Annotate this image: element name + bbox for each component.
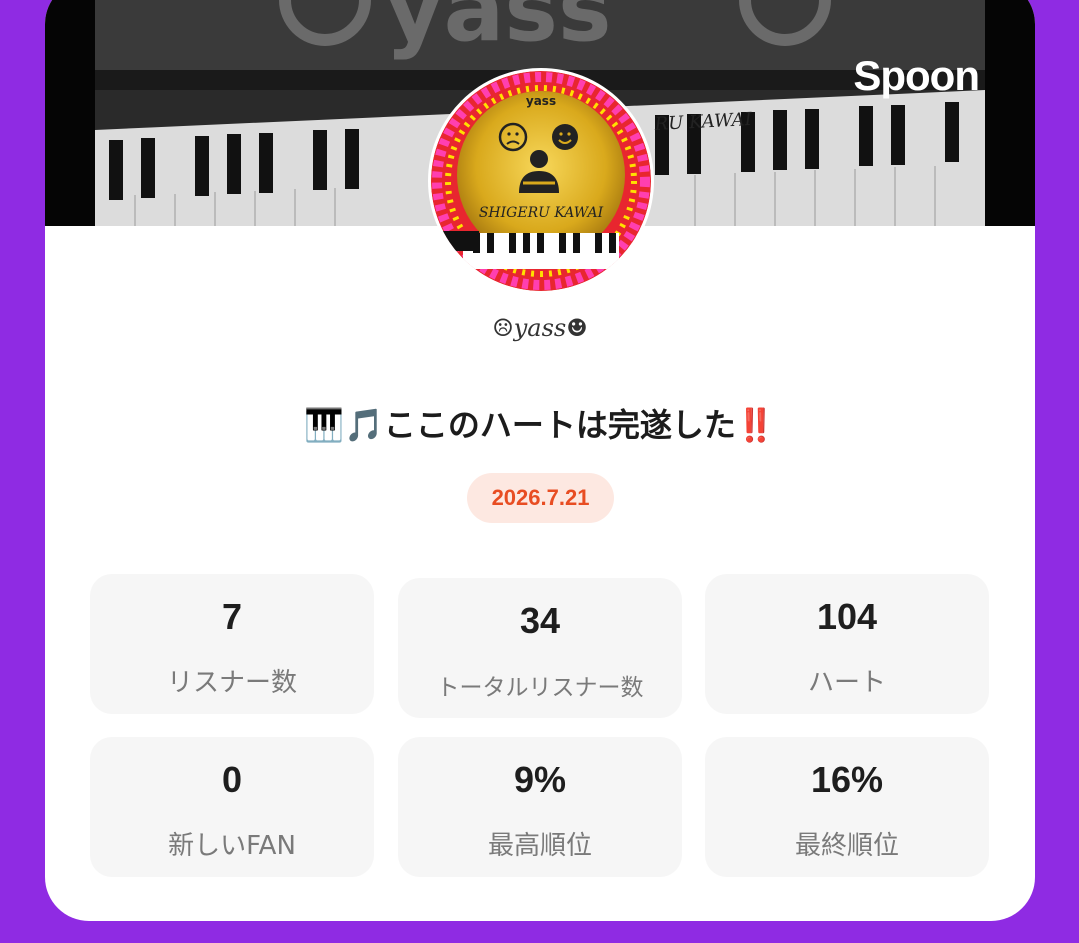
live-summary-card: yass RU KAWAI Spoon yass SHIGERU KAWAI ☹…	[45, 0, 1035, 921]
live-title: 🎹🎵ここのハートは完遂した‼️	[304, 406, 776, 444]
avatar-image: yass SHIGERU KAWAI	[431, 71, 651, 291]
profile-avatar[interactable]: yass SHIGERU KAWAI	[428, 68, 654, 294]
stat-new-fans: 0 新しいFAN	[90, 737, 374, 877]
stat-listeners: 7 リスナー数	[90, 574, 374, 714]
stat-label: 最高順位	[487, 831, 592, 861]
stat-value: 9%	[513, 759, 567, 800]
stat-label: ハート	[807, 668, 886, 698]
stat-value: 7	[221, 596, 243, 637]
stat-label: 新しいFAN	[168, 831, 296, 861]
stat-label: 最終順位	[794, 831, 899, 861]
spoon-logo: Spoon	[853, 52, 980, 99]
stat-total-listeners: 34 トータルリスナー数	[398, 578, 682, 718]
stat-value: 16%	[810, 759, 884, 800]
live-date-badge: 2026.7.21	[467, 473, 614, 523]
svg-text:yass: yass	[385, 0, 612, 62]
stat-value: 104	[816, 596, 878, 637]
stat-hearts: 104 ハート	[705, 574, 989, 714]
stat-label: リスナー数	[166, 668, 297, 698]
stat-label: トータルリスナー数	[436, 675, 644, 701]
profile-username: ☹yass☻	[492, 314, 588, 342]
stat-best-rank: 9% 最高順位	[398, 737, 682, 877]
stat-value: 34	[519, 600, 561, 641]
svg-text:yass: yass	[526, 94, 556, 108]
stat-final-rank: 16% 最終順位	[705, 737, 989, 877]
stat-value: 0	[221, 759, 243, 800]
svg-text:SHIGERU KAWAI: SHIGERU KAWAI	[479, 205, 604, 221]
